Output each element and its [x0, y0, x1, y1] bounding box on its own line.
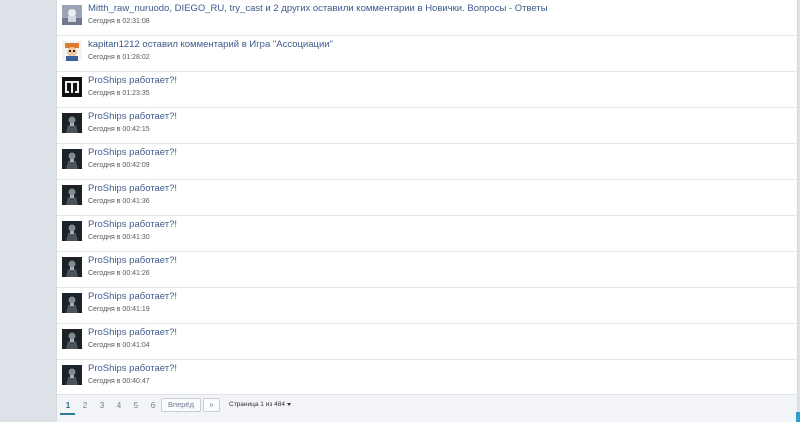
feed-item-timestamp: Сегодня в 00:41:26	[88, 270, 150, 277]
feed-item-title-link[interactable]: ProShips работает?!	[88, 291, 789, 303]
feed-item-title-link[interactable]: ProShips работает?!	[88, 219, 789, 231]
avatar-dark-figure-icon	[62, 221, 82, 241]
avatar-cartoon-icon	[62, 41, 82, 61]
avatar-dark-figure-icon	[62, 293, 82, 313]
avatar-dark-figure-icon	[62, 365, 82, 385]
user-avatar[interactable]	[62, 149, 82, 169]
feed-item-timestamp: Сегодня в 00:41:19	[88, 306, 150, 313]
avatar-dark-figure-icon	[62, 113, 82, 133]
user-avatar[interactable]	[62, 329, 82, 349]
feed-item: ProShips работает?! Сегодня в 00:42:09	[57, 144, 797, 180]
next-page-button[interactable]: Вперёд	[161, 398, 201, 412]
feed-item: ProShips работает?! Сегодня в 00:42:15	[57, 108, 797, 144]
user-avatar[interactable]	[62, 185, 82, 205]
feed-item-title-link[interactable]: kapitan1212 оставил комментарий в Игра "…	[88, 39, 789, 51]
feed-item: ProShips работает?! Сегодня в 00:40:47	[57, 360, 797, 396]
pagination-bar: 1 2 3 4 5 6 Вперёд » Страница 1 из 484	[57, 394, 797, 422]
feed-item-timestamp: Сегодня в 01:28:02	[88, 54, 150, 61]
avatar-photo-icon	[62, 5, 82, 25]
page-link-3[interactable]: 3	[95, 401, 109, 410]
user-avatar[interactable]	[62, 221, 82, 241]
user-avatar[interactable]	[62, 257, 82, 277]
feed-item-title-link[interactable]: ProShips работает?!	[88, 327, 789, 339]
feed-item-title-link[interactable]: ProShips работает?!	[88, 183, 789, 195]
chevron-down-icon	[286, 402, 291, 406]
avatar-dark-figure-icon	[62, 257, 82, 277]
feed-item-title-link[interactable]: ProShips работает?!	[88, 363, 789, 375]
feed-item-title-link[interactable]: ProShips работает?!	[88, 75, 789, 87]
avatar-logo-icon	[62, 77, 82, 97]
page-jump-dropdown[interactable]: Страница 1 из 484	[229, 401, 291, 408]
page-link-1[interactable]: 1	[61, 401, 75, 410]
page-info-label: Страница 1 из 484	[229, 401, 285, 408]
feed-item: kapitan1212 оставил комментарий в Игра "…	[57, 36, 797, 72]
user-avatar[interactable]	[62, 113, 82, 133]
feed-item-timestamp: Сегодня в 00:42:15	[88, 126, 150, 133]
page-link-4[interactable]: 4	[112, 401, 126, 410]
user-avatar[interactable]	[62, 41, 82, 61]
feed-item: ProShips работает?! Сегодня в 00:41:30	[57, 216, 797, 252]
page-link-2[interactable]: 2	[78, 401, 92, 410]
feed-item-timestamp: Сегодня в 00:40:47	[88, 378, 150, 385]
feed-item-timestamp: Сегодня в 00:41:36	[88, 198, 150, 205]
feed-item-timestamp: Сегодня в 00:41:04	[88, 342, 150, 349]
feed-item: ProShips работает?! Сегодня в 01:23:35	[57, 72, 797, 108]
feed-item-timestamp: Сегодня в 00:42:09	[88, 162, 150, 169]
feed-item-title-link[interactable]: ProShips работает?!	[88, 111, 789, 123]
feed-item: ProShips работает?! Сегодня в 00:41:36	[57, 180, 797, 216]
feed-item: ProShips работает?! Сегодня в 00:41:04	[57, 324, 797, 360]
feed-item-title-link[interactable]: ProShips работает?!	[88, 255, 789, 267]
user-avatar[interactable]	[62, 293, 82, 313]
scroll-to-top-tab[interactable]	[796, 412, 800, 422]
user-avatar[interactable]	[62, 365, 82, 385]
feed-item-timestamp: Сегодня в 02:31:08	[88, 18, 150, 25]
feed-item: ProShips работает?! Сегодня в 00:41:19	[57, 288, 797, 324]
avatar-dark-figure-icon	[62, 185, 82, 205]
avatar-dark-figure-icon	[62, 329, 82, 349]
activity-feed-panel: Mitth_raw_nuruodo, DIEGO_RU, try_cast и …	[56, 0, 798, 422]
last-page-button[interactable]: »	[203, 398, 220, 412]
feed-item-timestamp: Сегодня в 00:41:30	[88, 234, 150, 241]
current-page-indicator	[60, 413, 75, 415]
feed-item: ProShips работает?! Сегодня в 00:41:26	[57, 252, 797, 288]
user-avatar[interactable]	[62, 77, 82, 97]
feed-item-title-link[interactable]: ProShips работает?!	[88, 147, 789, 159]
page-link-5[interactable]: 5	[129, 401, 143, 410]
feed-item-timestamp: Сегодня в 01:23:35	[88, 90, 150, 97]
avatar-dark-figure-icon	[62, 149, 82, 169]
feed-item-title-link[interactable]: Mitth_raw_nuruodo, DIEGO_RU, try_cast и …	[88, 3, 789, 15]
feed-item: Mitth_raw_nuruodo, DIEGO_RU, try_cast и …	[57, 0, 797, 36]
page-link-6[interactable]: 6	[146, 401, 160, 410]
user-avatar[interactable]	[62, 5, 82, 25]
